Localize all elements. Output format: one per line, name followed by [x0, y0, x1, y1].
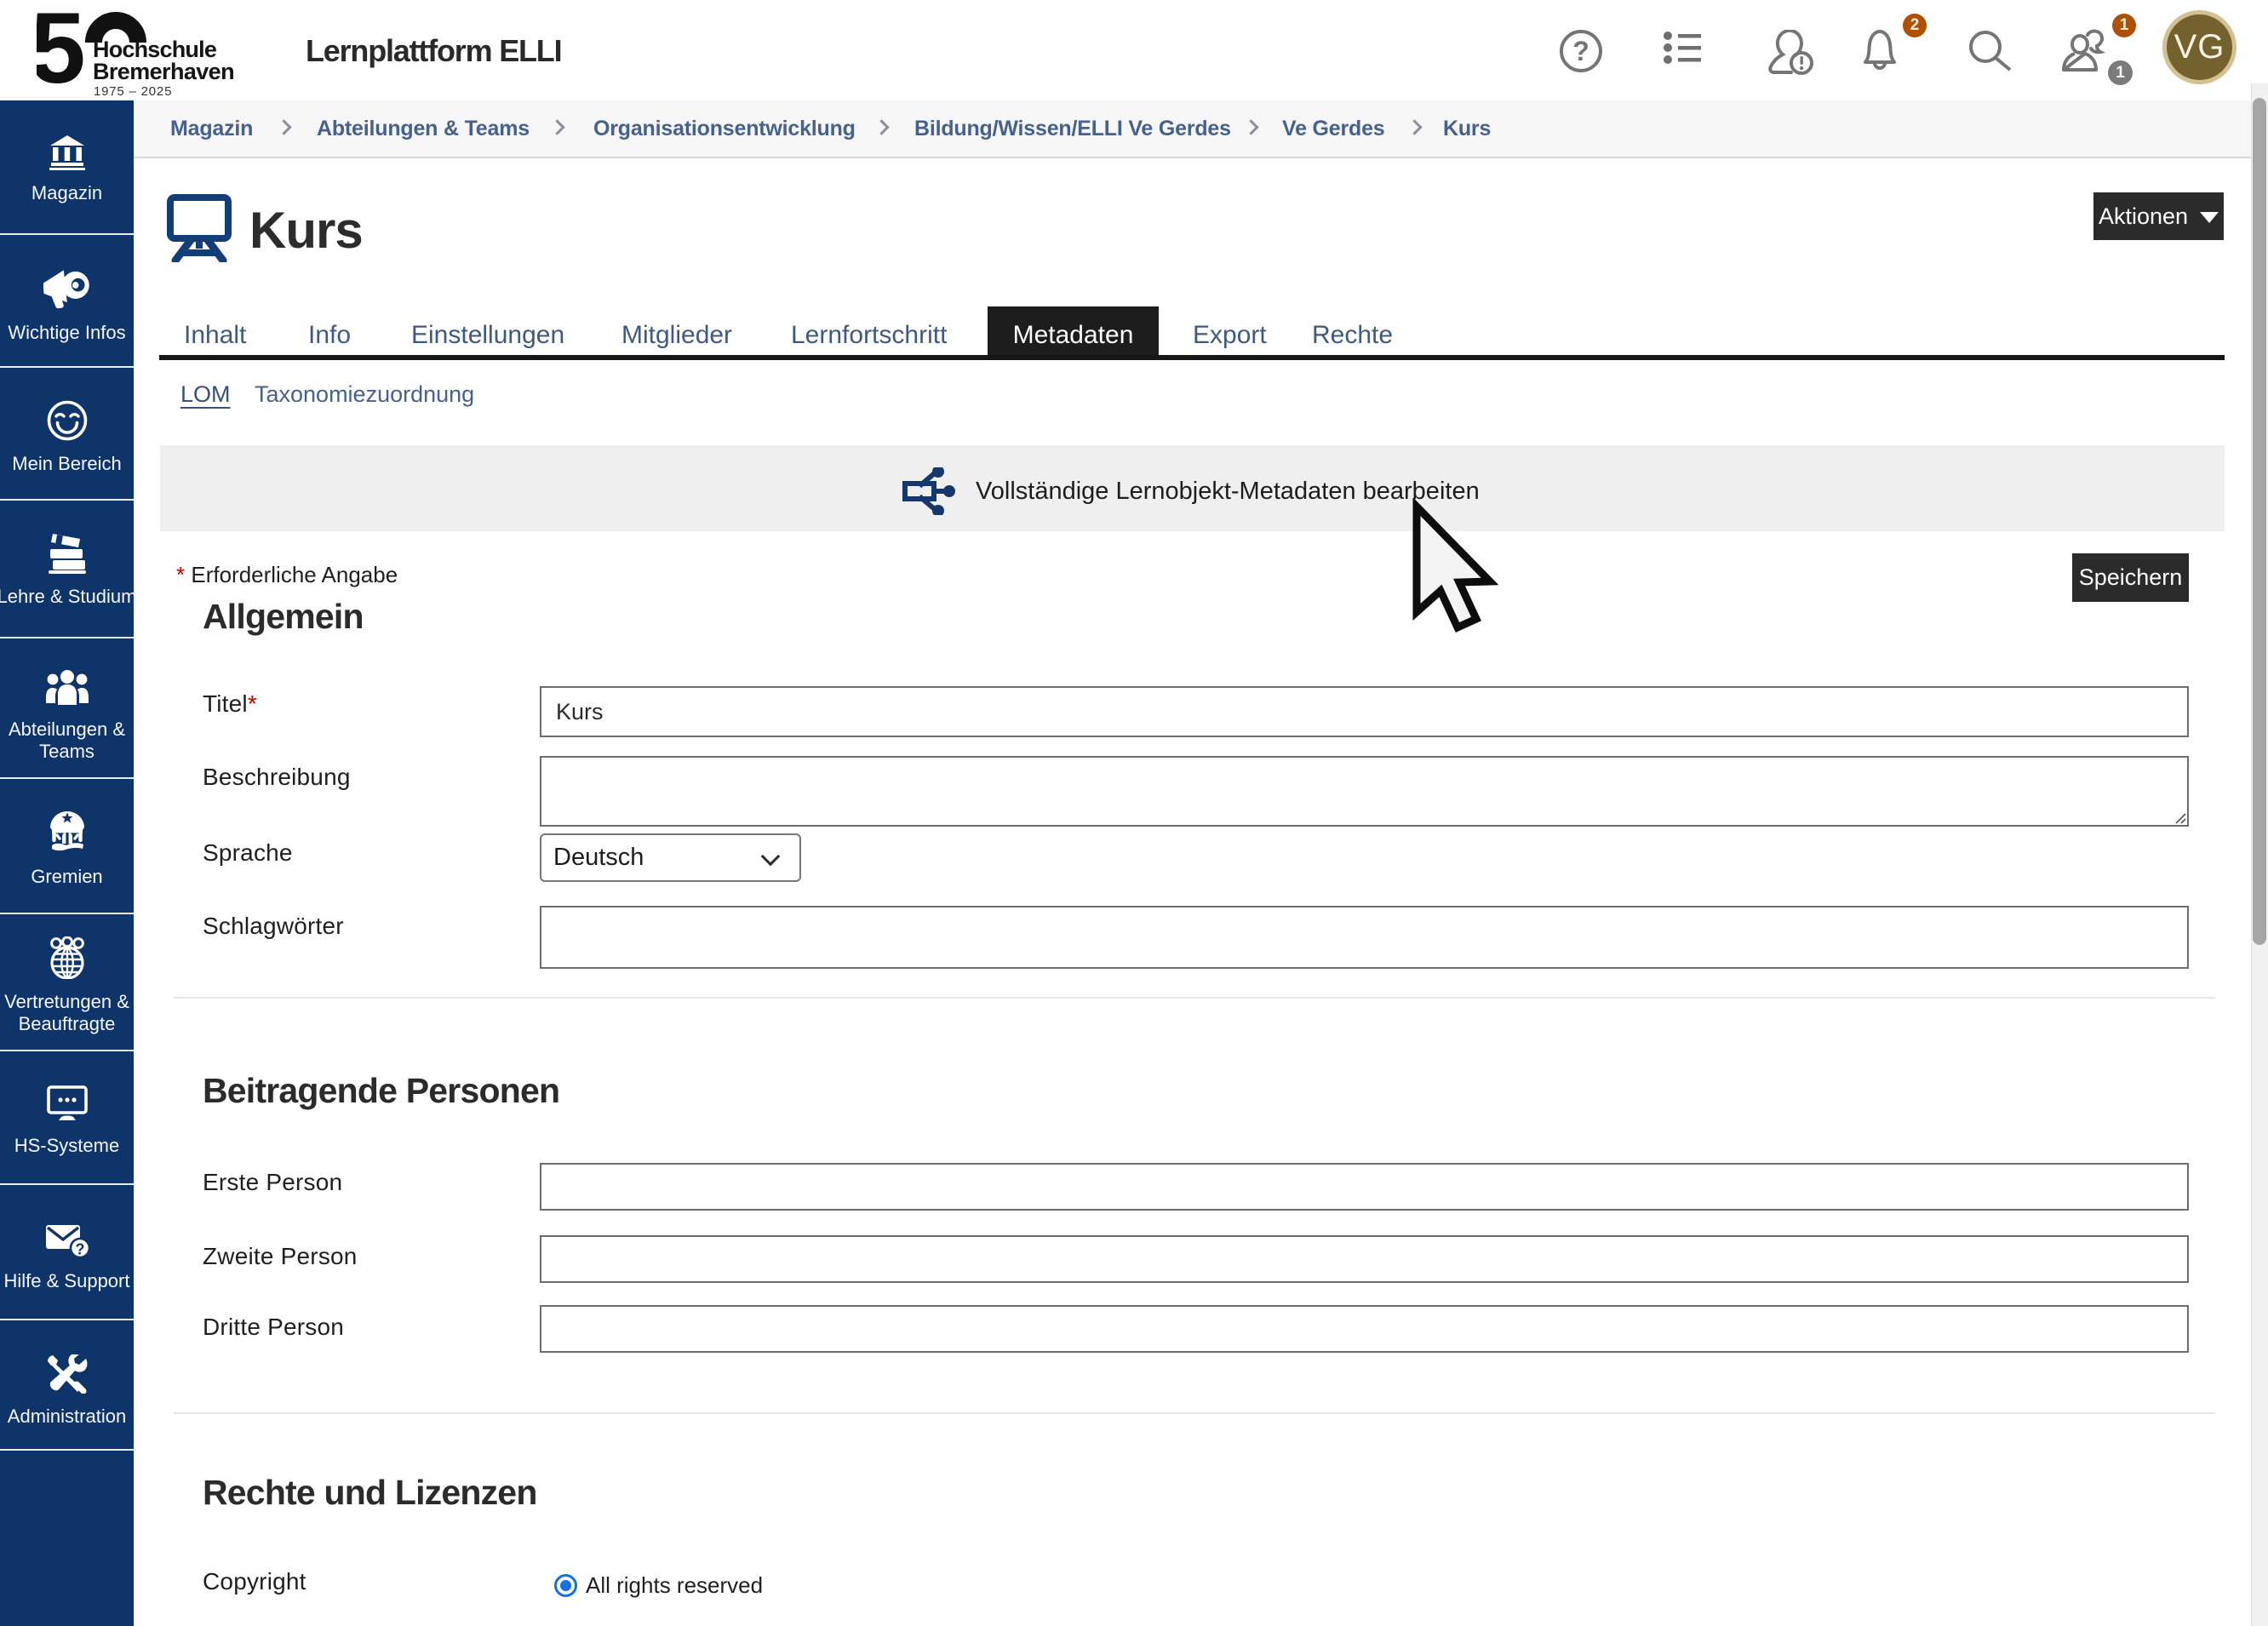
svg-text:?: ? — [75, 1241, 84, 1258]
svg-text:5: 5 — [37, 7, 86, 100]
svg-text:1975 – 2025: 1975 – 2025 — [94, 84, 172, 99]
svg-text:?: ? — [1572, 36, 1589, 66]
svg-text:Bremerhaven: Bremerhaven — [93, 59, 234, 84]
